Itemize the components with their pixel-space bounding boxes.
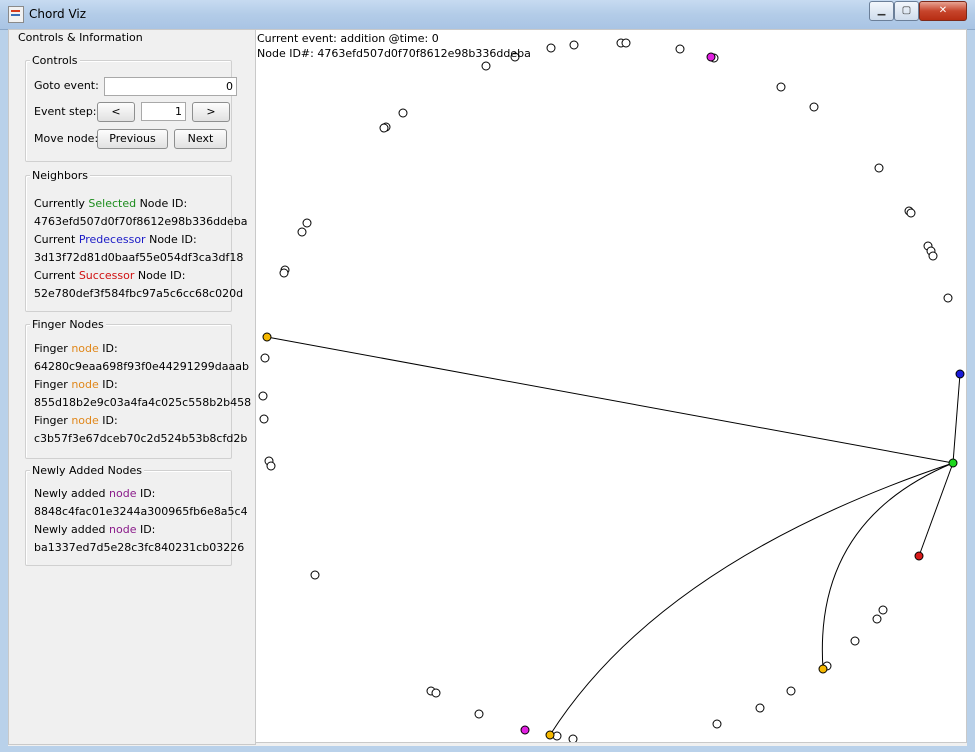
finger-node[interactable] bbox=[545, 730, 555, 740]
finger-node[interactable] bbox=[262, 332, 272, 342]
ring-node[interactable] bbox=[943, 293, 953, 303]
ring-node[interactable] bbox=[258, 391, 268, 401]
finger-nodes-group-title: Finger Nodes bbox=[30, 318, 106, 331]
ring-node[interactable] bbox=[878, 605, 888, 615]
ring-node[interactable] bbox=[786, 686, 796, 696]
move-node-label: Move node: bbox=[34, 132, 99, 145]
predecessor-node-label: Current Predecessor Node ID: bbox=[34, 233, 197, 246]
ring-node[interactable] bbox=[712, 719, 722, 729]
newly-added-nodes-group: Newly Added Nodes Newly added node ID: 8… bbox=[25, 464, 248, 566]
new-node[interactable] bbox=[706, 52, 716, 62]
ring-node[interactable] bbox=[675, 44, 685, 54]
step-forward-button[interactable]: > bbox=[192, 102, 230, 122]
finger-node-label: Finger node ID: bbox=[34, 414, 118, 427]
selected-node[interactable] bbox=[948, 458, 958, 468]
controls-information-panel: Controls & Information Controls Goto eve… bbox=[8, 29, 256, 745]
new-node-id: ba1337ed7d5e28c3fc840231cb03226 bbox=[34, 541, 245, 554]
predecessor-node-id: 3d13f72d81d0baaf55e054df3ca3df18 bbox=[34, 251, 244, 264]
maximize-button[interactable]: ▢ bbox=[894, 1, 919, 21]
next-node-button[interactable]: Next bbox=[174, 129, 227, 149]
current-event-text: Current event: addition @time: 0 bbox=[257, 32, 439, 45]
ring-node[interactable] bbox=[874, 163, 884, 173]
ring-node[interactable] bbox=[279, 268, 289, 278]
finger-edge bbox=[549, 462, 954, 736]
event-step-label: Event step: bbox=[34, 105, 97, 118]
ring-node[interactable] bbox=[850, 636, 860, 646]
goto-event-label: Goto event: bbox=[34, 79, 99, 92]
previous-node-button[interactable]: Previous bbox=[97, 129, 168, 149]
successor-node-id: 52e780def3f584fbc97a5c6cc68c020d bbox=[34, 287, 244, 300]
new-node-id: 8848c4fac01e3244a300965fb6e8a5c4 bbox=[34, 505, 248, 518]
title-bar[interactable]: Chord Viz ▁ ▢ ✕ bbox=[0, 0, 975, 30]
ring-node[interactable] bbox=[809, 102, 819, 112]
client-area: Controls & Information Controls Goto eve… bbox=[8, 29, 967, 746]
panel-title: Controls & Information bbox=[17, 31, 144, 44]
ring-node[interactable] bbox=[431, 688, 441, 698]
ring-node[interactable] bbox=[297, 227, 307, 237]
predecessor-edge bbox=[952, 373, 961, 464]
ring-node[interactable] bbox=[474, 709, 484, 719]
predecessor-word: Predecessor bbox=[78, 233, 146, 246]
finger-node[interactable] bbox=[818, 664, 828, 674]
ring-node[interactable] bbox=[755, 703, 765, 713]
ring-node[interactable] bbox=[266, 461, 276, 471]
successor-node[interactable] bbox=[914, 551, 924, 561]
selected-node-label: Currently Selected Node ID: bbox=[34, 197, 188, 210]
ring-node[interactable] bbox=[928, 251, 938, 261]
finger-node-id: 64280c9eaa698f93f0e44291299daaab bbox=[34, 360, 249, 373]
new-node[interactable] bbox=[520, 725, 530, 735]
chord-ring-canvas[interactable]: Current event: addition @time: 0 Node ID… bbox=[255, 29, 967, 743]
finger-nodes-group: Finger Nodes Finger node ID: 64280c9eaa6… bbox=[25, 318, 251, 459]
finger-edge bbox=[266, 336, 954, 464]
chord-ring-svg[interactable] bbox=[256, 30, 967, 743]
ring-node[interactable] bbox=[569, 40, 579, 50]
new-node-label: Newly added node ID: bbox=[34, 487, 156, 500]
successor-word: Successor bbox=[78, 269, 135, 282]
ring-node[interactable] bbox=[621, 38, 631, 48]
ring-node[interactable] bbox=[776, 82, 786, 92]
step-back-button[interactable]: < bbox=[97, 102, 135, 122]
successor-node-label: Current Successor Node ID: bbox=[34, 269, 186, 282]
finger-node-label: Finger node ID: bbox=[34, 342, 118, 355]
current-node-text: Node ID#: 4763efd507d0f70f8612e98b336dde… bbox=[257, 47, 531, 60]
ring-node[interactable] bbox=[260, 353, 270, 363]
controls-group: Controls Goto event: 0 Event step: < 1 >… bbox=[25, 54, 237, 162]
predecessor-node[interactable] bbox=[955, 369, 965, 379]
neighbors-group-title: Neighbors bbox=[30, 169, 90, 182]
selected-word: Selected bbox=[88, 197, 137, 210]
new-node-label: Newly added node ID: bbox=[34, 523, 156, 536]
ring-node[interactable] bbox=[302, 218, 312, 228]
finger-node-id: c3b57f3e67dceb70c2d524b53b8cfd2b bbox=[34, 432, 248, 445]
selected-node-id: 4763efd507d0f70f8612e98b336ddeba bbox=[34, 215, 248, 228]
finger-node-label: Finger node ID: bbox=[34, 378, 118, 391]
finger-node-id: 855d18b2e9c03a4fa4c025c558b2b458 bbox=[34, 396, 252, 409]
ring-node[interactable] bbox=[310, 570, 320, 580]
controls-group-title: Controls bbox=[30, 54, 80, 67]
newly-added-group-title: Newly Added Nodes bbox=[30, 464, 145, 477]
event-step-input[interactable]: 1 bbox=[141, 102, 186, 121]
window-title: Chord Viz bbox=[29, 7, 87, 21]
ring-node[interactable] bbox=[481, 61, 491, 71]
app-icon bbox=[8, 6, 24, 23]
ring-node[interactable] bbox=[568, 734, 578, 743]
ring-node[interactable] bbox=[379, 123, 389, 133]
minimize-button[interactable]: ▁ bbox=[869, 1, 894, 21]
neighbors-group: Neighbors Currently Selected Node ID: 47… bbox=[25, 169, 248, 312]
ring-node[interactable] bbox=[398, 108, 408, 118]
ring-node[interactable] bbox=[872, 614, 882, 624]
goto-event-input[interactable]: 0 bbox=[104, 77, 237, 96]
ring-node[interactable] bbox=[546, 43, 556, 53]
finger-edge bbox=[821, 462, 954, 670]
ring-node[interactable] bbox=[906, 208, 916, 218]
ring-node[interactable] bbox=[259, 414, 269, 424]
close-button[interactable]: ✕ bbox=[919, 1, 967, 21]
